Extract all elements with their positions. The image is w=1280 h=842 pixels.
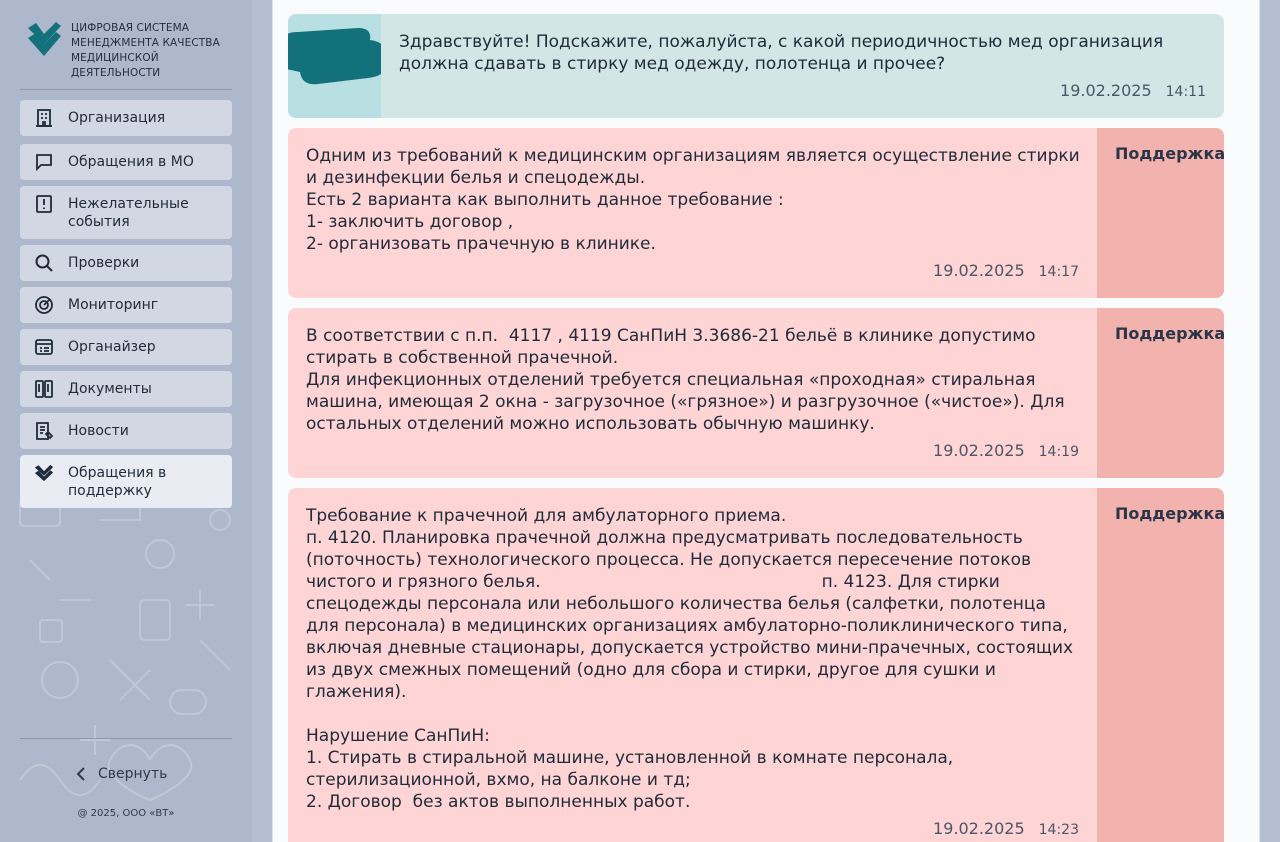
avatar-blob-icon [288, 28, 388, 85]
message-author: Поддержка [1115, 504, 1224, 523]
brand-line: Цифровая система [71, 22, 190, 34]
message-date: 19.02.2025 [933, 441, 1025, 460]
sidebar-item-label: Обращения в МО [68, 154, 194, 170]
message-meta: 19.02.2025 14:23 [933, 819, 1079, 838]
message-date: 19.02.2025 [933, 261, 1025, 280]
message-author: Поддержка [1115, 144, 1224, 163]
brand-line: медицинской [71, 52, 159, 64]
sidebar-item-label: Проверки [68, 255, 140, 271]
check-logo-icon [28, 22, 61, 56]
sidebar-item-support-appeals[interactable]: Обращения в поддержку [20, 455, 232, 508]
sidebar-item-documents[interactable]: Документы [20, 371, 232, 407]
sidebar-divider [20, 89, 232, 90]
sidebar-item-label: Органайзер [68, 339, 156, 355]
support-check-icon [34, 463, 54, 483]
message-text: Одним из требований к медицинским органи… [306, 146, 1080, 254]
organizer-icon [34, 337, 54, 357]
sidebar-divider [20, 738, 232, 739]
sidebar: Цифровая система менеджмента качества ме… [0, 0, 252, 842]
brand-line: менеджмента качества [71, 37, 220, 49]
message-text: В соответствии с п.п. 4117 , 4119 СанПиН… [306, 326, 1065, 434]
message-time: 14:23 [1038, 822, 1079, 838]
chat-message-support: В соответствии с п.п. 4117 , 4119 СанПиН… [288, 308, 1224, 478]
sidebar-item-label: Новости [68, 423, 129, 439]
chat-icon [34, 152, 54, 172]
message-text: Требование к прачечной для амбулаторного… [306, 506, 1074, 812]
chat-message-support: Требование к прачечной для амбулаторного… [288, 488, 1224, 842]
chat-message-user: Здравствуйте! Подскажите, пожалуйста, с … [288, 14, 1224, 118]
message-meta: 19.02.2025 14:17 [933, 261, 1079, 280]
brand-line: деятельности [71, 67, 161, 79]
target-icon [34, 295, 54, 315]
message-time: 14:11 [1165, 84, 1206, 100]
sidebar-item-appeals-mo[interactable]: Обращения в МО [20, 144, 232, 180]
chat-message-support: Одним из требований к медицинским органи… [288, 128, 1224, 298]
copyright: @ 2025, ООО «ВТ» [77, 808, 175, 819]
news-icon [34, 421, 54, 441]
sidebar-item-monitoring[interactable]: Мониторинг [20, 287, 232, 323]
brand-name: Цифровая система менеджмента качества ме… [71, 21, 236, 81]
message-meta: 19.02.2025 14:19 [933, 441, 1079, 460]
sidebar-item-organizer[interactable]: Органайзер [20, 329, 232, 365]
message-date: 19.02.2025 [933, 819, 1025, 838]
message-time: 14:17 [1038, 264, 1079, 280]
message-author-column: Поддержка [1097, 128, 1224, 298]
sidebar-item-label: Организация [68, 110, 166, 126]
sidebar-item-label: Нежелательные события [68, 195, 189, 230]
message-time: 14:19 [1038, 444, 1079, 460]
sidebar-item-label: Документы [68, 381, 152, 397]
sidebar-item-news[interactable]: Новости [20, 413, 232, 449]
sidebar-item-label: Мониторинг [68, 297, 159, 313]
sidebar-item-inspections[interactable]: Проверки [20, 245, 232, 281]
search-icon [34, 253, 54, 273]
message-author-column: Поддержка [1097, 308, 1224, 478]
sidebar-item-organization[interactable]: Организация [20, 100, 232, 136]
collapse-sidebar-button[interactable]: Свернуть [74, 762, 167, 786]
brand-logo[interactable]: Цифровая система менеджмента качества ме… [26, 20, 236, 80]
avatar [288, 14, 388, 118]
message-author-column: Поддержка [1097, 488, 1224, 842]
message-text: Здравствуйте! Подскажите, пожалуйста, с … [399, 32, 1169, 74]
chevron-left-icon [76, 767, 85, 781]
message-author: Поддержка [1115, 324, 1224, 343]
alert-note-icon [34, 194, 54, 214]
collapse-label: Свернуть [98, 766, 168, 782]
sidebar-item-label: Обращения в поддержку [68, 464, 167, 499]
sidebar-item-adverse-events[interactable]: Нежелательные события [20, 186, 232, 239]
building-icon [34, 108, 54, 128]
message-meta: 19.02.2025 14:11 [1060, 81, 1206, 100]
documents-icon [34, 379, 54, 399]
message-date: 19.02.2025 [1060, 81, 1152, 100]
